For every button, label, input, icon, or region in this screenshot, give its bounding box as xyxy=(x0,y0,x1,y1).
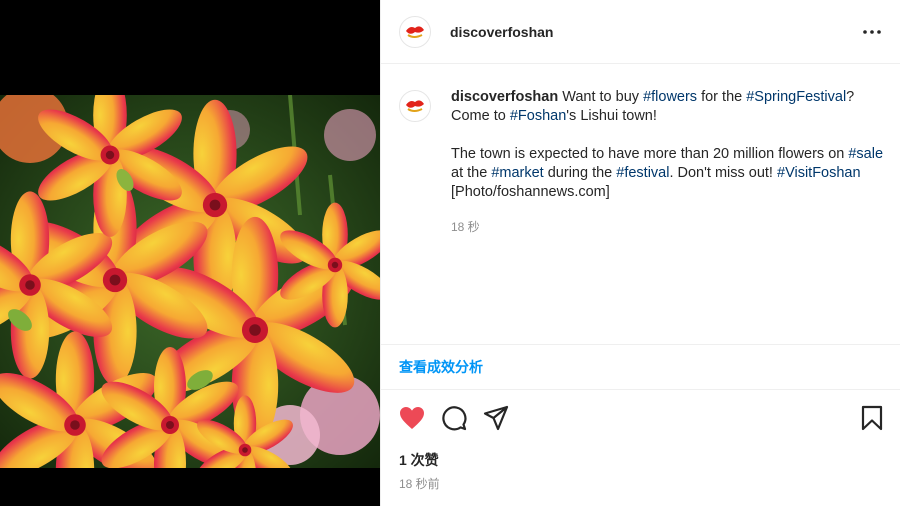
heart-icon xyxy=(400,407,424,429)
hashtag-sale[interactable]: #sale xyxy=(848,146,883,162)
save-button[interactable] xyxy=(857,403,887,433)
caption-text-segment: 's Lishui town! xyxy=(566,108,657,124)
discoverfoshan-logo-icon xyxy=(406,100,424,112)
hashtag-springfestival[interactable]: #SpringFestival xyxy=(746,89,846,105)
share-button[interactable] xyxy=(481,403,511,433)
action-bar xyxy=(381,400,900,436)
hashtag-foshan[interactable]: #Foshan xyxy=(510,108,566,124)
caption-text-segment: for the xyxy=(697,89,747,105)
caption-text-segment: at the xyxy=(451,165,492,181)
like-button[interactable] xyxy=(397,403,427,433)
caption-text: discoverfoshan Want to buy #flowers for … xyxy=(451,88,884,344)
caption-avatar[interactable] xyxy=(399,90,431,122)
post-username[interactable]: discoverfoshan xyxy=(450,24,553,40)
hashtag-festival[interactable]: #festival xyxy=(616,165,669,181)
hashtag-flowers[interactable]: #flowers xyxy=(643,89,697,105)
hashtag-market[interactable]: #market xyxy=(491,165,543,181)
hashtag-visitfoshan[interactable]: #VisitFoshan xyxy=(777,165,861,181)
caption-line-2: Come to #Foshan's Lishui town! xyxy=(451,107,884,126)
post-timestamp: 18 秒前 xyxy=(399,477,440,491)
caption-line-4: at the #market during the #festival. Don… xyxy=(451,164,884,183)
instagram-post-view: discoverfoshan discoverfoshan Want to bu… xyxy=(0,0,900,506)
caption-text-segment: The town is expected to have more than 2… xyxy=(451,146,849,162)
view-insights-row: 查看成效分析 xyxy=(381,344,900,390)
caption-username[interactable]: discoverfoshan xyxy=(451,89,558,105)
bookmark-icon xyxy=(861,405,883,431)
caption-timestamp: 18 秒 xyxy=(451,220,480,234)
post-header: discoverfoshan xyxy=(381,0,900,64)
post-side-panel: discoverfoshan discoverfoshan Want to bu… xyxy=(380,0,900,506)
caption-text-segment: Come to xyxy=(451,108,510,124)
caption-paragraph-gap xyxy=(451,126,884,145)
media-pane xyxy=(0,0,380,506)
more-options-icon xyxy=(863,29,881,34)
caption-line-3: The town is expected to have more than 2… xyxy=(451,145,884,164)
caption-text-segment: . Don't miss out! xyxy=(669,165,777,181)
comment-button[interactable] xyxy=(439,403,469,433)
caption-text-segment: during the xyxy=(543,165,617,181)
caption-area: discoverfoshan Want to buy #flowers for … xyxy=(381,64,900,344)
caption-text-segment: Want to buy xyxy=(558,89,644,105)
profile-avatar[interactable] xyxy=(399,15,431,48)
caption-line-5: [Photo/foshannews.com] xyxy=(451,184,610,200)
caption-text-segment: ? xyxy=(846,89,855,105)
likes-count[interactable]: 1 次赞 xyxy=(399,450,439,470)
comment-icon xyxy=(442,406,467,431)
discoverfoshan-logo-icon xyxy=(406,25,424,38)
view-insights-link[interactable]: 查看成效分析 xyxy=(399,357,483,377)
more-options-button[interactable] xyxy=(860,20,884,44)
lily-flowers-image xyxy=(0,95,380,468)
post-photo[interactable] xyxy=(0,95,380,468)
share-icon xyxy=(483,405,509,431)
caption-line-1: discoverfoshan Want to buy #flowers for … xyxy=(451,88,884,107)
